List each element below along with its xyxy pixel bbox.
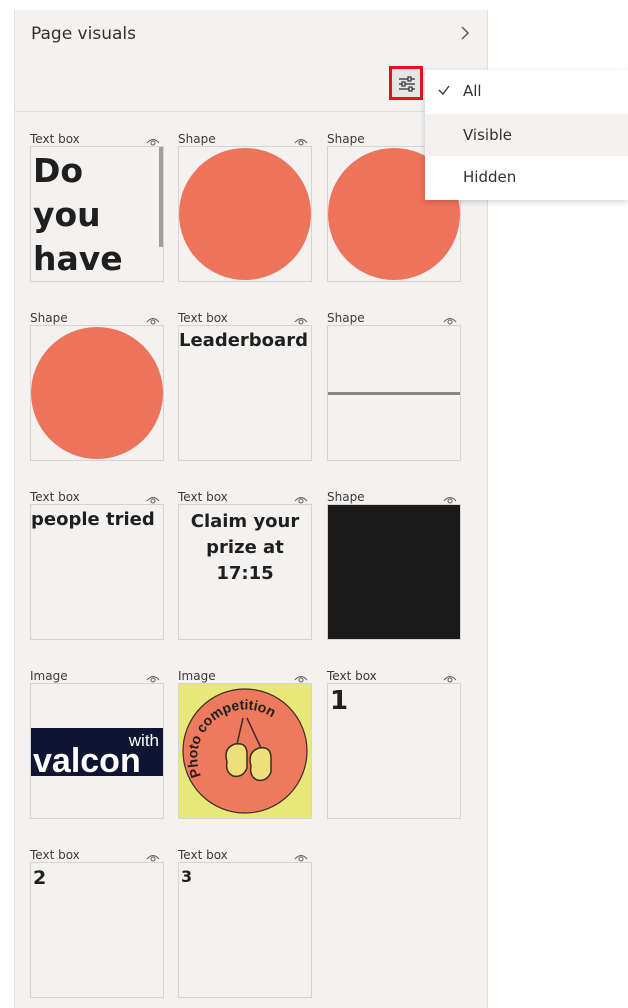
eye-icon[interactable] [443,315,457,325]
scrollbar[interactable] [159,147,163,247]
eye-icon[interactable] [146,136,160,146]
header-divider [15,111,487,112]
visual-thumbnail [327,504,461,640]
menu-item-label: All [463,82,482,100]
line-shape [328,392,460,395]
eye-icon[interactable] [294,673,308,683]
eye-icon[interactable] [294,315,308,325]
visual-type-label: Text box [178,311,228,325]
filter-sliders-icon [399,76,415,92]
visual-type-label: Image [30,669,68,683]
logo-valcon-text: valcon [33,742,141,780]
visual-thumbnail [30,325,164,461]
eye-icon[interactable] [146,315,160,325]
visual-type-label: Shape [327,311,365,325]
textbox-preview: people tried [31,509,155,530]
chevron-right-icon[interactable] [457,24,473,42]
visual-type-label: Shape [30,311,68,325]
visual-type-label: Text box [30,848,80,862]
visual-thumbnail [327,325,461,461]
eye-icon[interactable] [443,673,457,683]
circle-shape [31,327,163,459]
visual-type-label: Shape [178,132,216,146]
visual-thumbnail: people tried [30,504,164,640]
rectangle-shape [328,505,460,639]
eye-icon[interactable] [146,852,160,862]
visual-thumbnail [178,146,312,282]
textbox-preview: 3 [181,867,193,886]
eye-icon[interactable] [294,494,308,504]
textbox-preview: Claim your prize at 17:15 [190,511,300,584]
eye-icon[interactable] [146,673,160,683]
visual-type-label: Shape [327,490,365,504]
visual-thumbnail: Photo competition [178,683,312,819]
menu-item-label: Visible [463,126,512,144]
filter-button[interactable] [389,66,423,100]
textbox-preview: Do you have Power [33,151,123,278]
textbox-preview: 1 [330,686,349,716]
menu-item-visible[interactable]: Visible [425,114,628,156]
visual-type-label: Text box [178,490,228,504]
eye-icon[interactable] [443,494,457,504]
menu-item-hidden[interactable]: Hidden [425,156,628,198]
eye-icon[interactable] [146,494,160,504]
checkmark-icon [438,85,450,95]
valcon-logo: with valcon [31,728,163,780]
visual-thumbnail: 3 [178,862,312,998]
eye-icon[interactable] [294,136,308,146]
visual-thumbnail: Do you have Power [30,146,164,282]
visual-type-label: Text box [30,490,80,504]
visual-thumbnail: with valcon [30,683,164,819]
page-visuals-pane: Page visuals Text box Do you have Power … [14,10,488,1008]
filter-dropdown-menu: All Visible Hidden [425,70,628,200]
textbox-preview: 2 [33,867,47,889]
visual-thumbnail: 2 [30,862,164,998]
visual-thumbnail: Leaderboard [178,325,312,461]
visual-thumbnail: Claim your prize at 17:15 [178,504,312,640]
photo-competition-badge: Photo competition [179,684,311,818]
visual-type-label: Text box [327,669,377,683]
visual-type-label: Shape [327,132,365,146]
eye-icon[interactable] [294,852,308,862]
menu-item-all[interactable]: All [425,70,628,112]
visual-type-label: Text box [30,132,80,146]
pane-title: Page visuals [31,24,136,44]
menu-item-label: Hidden [463,168,517,186]
visual-thumbnail: 1 [327,683,461,819]
visual-type-label: Text box [178,848,228,862]
textbox-preview: Leaderboard [179,330,308,351]
circle-shape [179,148,311,280]
visual-type-label: Image [178,669,216,683]
